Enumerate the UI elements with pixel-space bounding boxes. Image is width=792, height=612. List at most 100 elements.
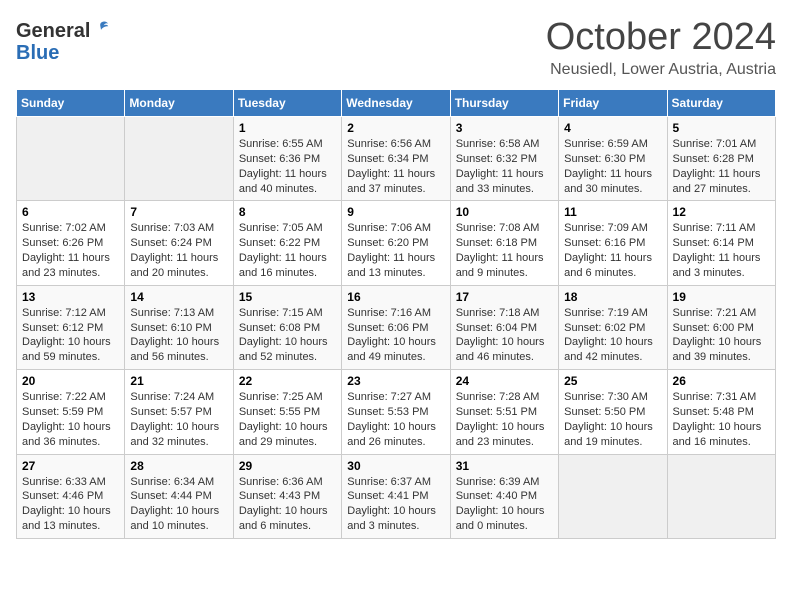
day-number: 31 <box>456 459 553 473</box>
calendar-cell: 21 Sunrise: 7:24 AM Sunset: 5:57 PM Dayl… <box>125 370 233 454</box>
sunset-text: Sunset: 6:26 PM <box>22 236 119 251</box>
daylight-text: Daylight: 10 hours and 29 minutes. <box>239 420 336 450</box>
sunrise-text: Sunrise: 6:55 AM <box>239 137 336 152</box>
day-number: 14 <box>130 290 227 304</box>
calendar-cell: 19 Sunrise: 7:21 AM Sunset: 6:00 PM Dayl… <box>667 285 775 369</box>
day-detail: Sunrise: 7:24 AM Sunset: 5:57 PM Dayligh… <box>130 390 227 449</box>
day-detail: Sunrise: 7:12 AM Sunset: 6:12 PM Dayligh… <box>22 306 119 365</box>
sunset-text: Sunset: 6:12 PM <box>22 321 119 336</box>
day-number: 17 <box>456 290 553 304</box>
weekday-header: Tuesday <box>233 90 341 117</box>
day-number: 29 <box>239 459 336 473</box>
day-detail: Sunrise: 7:31 AM Sunset: 5:48 PM Dayligh… <box>673 390 770 449</box>
calendar-cell <box>667 454 775 538</box>
calendar-cell: 9 Sunrise: 7:06 AM Sunset: 6:20 PM Dayli… <box>342 201 450 285</box>
day-number: 19 <box>673 290 770 304</box>
page-header: General Blue October 2024 Neusiedl, Lowe… <box>16 16 776 79</box>
day-number: 21 <box>130 374 227 388</box>
sunrise-text: Sunrise: 7:15 AM <box>239 306 336 321</box>
day-detail: Sunrise: 6:37 AM Sunset: 4:41 PM Dayligh… <box>347 475 444 534</box>
sunrise-text: Sunrise: 7:31 AM <box>673 390 770 405</box>
calendar-cell: 13 Sunrise: 7:12 AM Sunset: 6:12 PM Dayl… <box>17 285 125 369</box>
logo: General Blue <box>16 20 110 64</box>
calendar-cell: 24 Sunrise: 7:28 AM Sunset: 5:51 PM Dayl… <box>450 370 558 454</box>
day-number: 4 <box>564 121 661 135</box>
daylight-text: Daylight: 11 hours and 40 minutes. <box>239 167 336 197</box>
daylight-text: Daylight: 11 hours and 16 minutes. <box>239 251 336 281</box>
daylight-text: Daylight: 10 hours and 52 minutes. <box>239 335 336 365</box>
day-detail: Sunrise: 7:08 AM Sunset: 6:18 PM Dayligh… <box>456 221 553 280</box>
sunset-text: Sunset: 6:24 PM <box>130 236 227 251</box>
day-number: 13 <box>22 290 119 304</box>
calendar-cell: 3 Sunrise: 6:58 AM Sunset: 6:32 PM Dayli… <box>450 117 558 201</box>
calendar-cell: 23 Sunrise: 7:27 AM Sunset: 5:53 PM Dayl… <box>342 370 450 454</box>
calendar-cell: 7 Sunrise: 7:03 AM Sunset: 6:24 PM Dayli… <box>125 201 233 285</box>
daylight-text: Daylight: 11 hours and 6 minutes. <box>564 251 661 281</box>
daylight-text: Daylight: 11 hours and 23 minutes. <box>22 251 119 281</box>
day-detail: Sunrise: 7:03 AM Sunset: 6:24 PM Dayligh… <box>130 221 227 280</box>
daylight-text: Daylight: 11 hours and 9 minutes. <box>456 251 553 281</box>
day-detail: Sunrise: 7:19 AM Sunset: 6:02 PM Dayligh… <box>564 306 661 365</box>
sunset-text: Sunset: 6:06 PM <box>347 321 444 336</box>
calendar-cell: 1 Sunrise: 6:55 AM Sunset: 6:36 PM Dayli… <box>233 117 341 201</box>
day-detail: Sunrise: 7:22 AM Sunset: 5:59 PM Dayligh… <box>22 390 119 449</box>
sunrise-text: Sunrise: 7:18 AM <box>456 306 553 321</box>
day-detail: Sunrise: 7:09 AM Sunset: 6:16 PM Dayligh… <box>564 221 661 280</box>
day-detail: Sunrise: 6:39 AM Sunset: 4:40 PM Dayligh… <box>456 475 553 534</box>
daylight-text: Daylight: 11 hours and 27 minutes. <box>673 167 770 197</box>
day-detail: Sunrise: 7:02 AM Sunset: 6:26 PM Dayligh… <box>22 221 119 280</box>
sunrise-text: Sunrise: 7:08 AM <box>456 221 553 236</box>
calendar-cell: 5 Sunrise: 7:01 AM Sunset: 6:28 PM Dayli… <box>667 117 775 201</box>
day-detail: Sunrise: 7:30 AM Sunset: 5:50 PM Dayligh… <box>564 390 661 449</box>
day-number: 5 <box>673 121 770 135</box>
sunrise-text: Sunrise: 6:39 AM <box>456 475 553 490</box>
sunrise-text: Sunrise: 7:27 AM <box>347 390 444 405</box>
calendar-cell: 29 Sunrise: 6:36 AM Sunset: 4:43 PM Dayl… <box>233 454 341 538</box>
day-detail: Sunrise: 7:15 AM Sunset: 6:08 PM Dayligh… <box>239 306 336 365</box>
sunrise-text: Sunrise: 7:22 AM <box>22 390 119 405</box>
sunset-text: Sunset: 5:51 PM <box>456 405 553 420</box>
sunset-text: Sunset: 6:04 PM <box>456 321 553 336</box>
day-number: 28 <box>130 459 227 473</box>
sunset-text: Sunset: 6:22 PM <box>239 236 336 251</box>
day-number: 6 <box>22 205 119 219</box>
sunrise-text: Sunrise: 6:34 AM <box>130 475 227 490</box>
sunset-text: Sunset: 5:57 PM <box>130 405 227 420</box>
calendar-cell: 6 Sunrise: 7:02 AM Sunset: 6:26 PM Dayli… <box>17 201 125 285</box>
day-detail: Sunrise: 7:16 AM Sunset: 6:06 PM Dayligh… <box>347 306 444 365</box>
weekday-header-row: SundayMondayTuesdayWednesdayThursdayFrid… <box>17 90 776 117</box>
month-title: October 2024 <box>546 16 776 59</box>
day-number: 1 <box>239 121 336 135</box>
day-number: 15 <box>239 290 336 304</box>
daylight-text: Daylight: 11 hours and 30 minutes. <box>564 167 661 197</box>
sunset-text: Sunset: 6:36 PM <box>239 152 336 167</box>
sunrise-text: Sunrise: 6:37 AM <box>347 475 444 490</box>
sunset-text: Sunset: 6:34 PM <box>347 152 444 167</box>
day-detail: Sunrise: 7:06 AM Sunset: 6:20 PM Dayligh… <box>347 221 444 280</box>
calendar-cell: 10 Sunrise: 7:08 AM Sunset: 6:18 PM Dayl… <box>450 201 558 285</box>
sunset-text: Sunset: 5:59 PM <box>22 405 119 420</box>
daylight-text: Daylight: 10 hours and 36 minutes. <box>22 420 119 450</box>
daylight-text: Daylight: 10 hours and 49 minutes. <box>347 335 444 365</box>
sunset-text: Sunset: 6:32 PM <box>456 152 553 167</box>
weekday-header: Friday <box>559 90 667 117</box>
calendar-week-row: 1 Sunrise: 6:55 AM Sunset: 6:36 PM Dayli… <box>17 117 776 201</box>
sunrise-text: Sunrise: 6:33 AM <box>22 475 119 490</box>
daylight-text: Daylight: 10 hours and 6 minutes. <box>239 504 336 534</box>
sunrise-text: Sunrise: 6:36 AM <box>239 475 336 490</box>
day-detail: Sunrise: 6:58 AM Sunset: 6:32 PM Dayligh… <box>456 137 553 196</box>
day-detail: Sunrise: 6:34 AM Sunset: 4:44 PM Dayligh… <box>130 475 227 534</box>
calendar-cell: 25 Sunrise: 7:30 AM Sunset: 5:50 PM Dayl… <box>559 370 667 454</box>
day-number: 11 <box>564 205 661 219</box>
calendar-cell: 28 Sunrise: 6:34 AM Sunset: 4:44 PM Dayl… <box>125 454 233 538</box>
calendar-cell: 14 Sunrise: 7:13 AM Sunset: 6:10 PM Dayl… <box>125 285 233 369</box>
calendar-cell: 2 Sunrise: 6:56 AM Sunset: 6:34 PM Dayli… <box>342 117 450 201</box>
weekday-header: Thursday <box>450 90 558 117</box>
day-detail: Sunrise: 7:25 AM Sunset: 5:55 PM Dayligh… <box>239 390 336 449</box>
sunset-text: Sunset: 4:44 PM <box>130 489 227 504</box>
sunset-text: Sunset: 5:55 PM <box>239 405 336 420</box>
day-detail: Sunrise: 7:21 AM Sunset: 6:00 PM Dayligh… <box>673 306 770 365</box>
day-detail: Sunrise: 7:05 AM Sunset: 6:22 PM Dayligh… <box>239 221 336 280</box>
daylight-text: Daylight: 10 hours and 39 minutes. <box>673 335 770 365</box>
day-number: 12 <box>673 205 770 219</box>
